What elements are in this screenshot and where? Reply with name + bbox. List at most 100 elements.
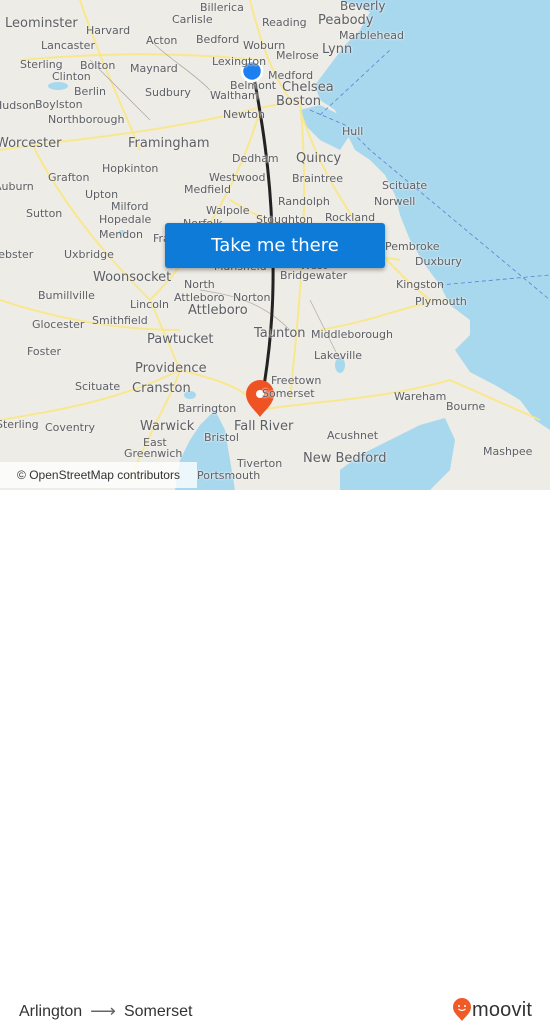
place-label: Auburn [0,180,34,193]
place-label: Quincy [296,151,342,166]
place-label: Lynn [322,42,353,57]
place-label: Greenwich [124,447,183,460]
place-label: Wareham [394,390,447,403]
place-label: Peabody [318,13,374,28]
place-label: Upton [85,188,119,201]
take-me-there-label: Take me there [211,235,339,256]
map[interactable]: Billerica Reading Beverly Leominster Harvard… [0,0,550,490]
place-label: Bumillville [38,289,95,302]
place-label: Pembroke [385,240,440,253]
place-label: Kingston [396,278,444,291]
place-label: Foster [27,345,61,358]
place-label: Bridgewater [280,269,348,282]
place-label: Acushnet [327,429,379,442]
place-label: Sudbury [145,86,191,99]
place-label: Attleboro [188,303,248,318]
place-label: Lexington [212,55,267,68]
place-label: Beverly [340,0,386,13]
place-label: Framingham [128,136,210,151]
place-label: Sterling [20,58,63,71]
place-label: Hopkinton [102,162,159,175]
place-label: Melrose [276,49,319,62]
place-label: Acton [146,34,178,47]
place-label: Hudson [0,99,36,112]
place-label: Providence [135,361,207,376]
place-label: Marblehead [339,29,405,42]
place-label: Middleborough [311,328,393,341]
place-label: Freetown [271,374,322,387]
place-label: Westwood [209,171,266,184]
place-label: Cranston [132,381,191,396]
place-label: Boylston [35,98,83,111]
place-label: Mashpee [483,445,533,458]
moovit-wordmark: moovit [472,998,533,1021]
place-label: Uxbridge [64,248,114,261]
place-label: Duxbury [415,255,462,268]
place-label: Berlin [74,85,106,98]
place-label: Waltham [210,89,259,102]
place-label: Pawtucket [147,332,214,347]
place-label: Milford [111,200,149,213]
place-label: Attleboro [174,291,225,304]
place-label: Grafton [48,171,90,184]
place-label: Sterling [0,418,39,431]
place-label: Reading [262,16,307,29]
arrow-right-icon: ⟶ [90,1001,116,1021]
place-label: Newton [223,108,266,121]
place-label: Chelsea [282,80,334,95]
place-label: Boston [276,94,321,109]
place-label: Carlisle [172,13,213,26]
place-label: Norton [233,291,271,304]
map-attribution[interactable]: © OpenStreetMap contributors [0,462,197,488]
place-label: Mendon [99,228,143,241]
place-label: Hull [342,125,364,138]
place-label: Rockland [325,211,376,224]
place-label: Coventry [45,421,96,434]
moovit-logo[interactable]: moovit [452,998,532,1022]
place-label: Hopedale [99,213,152,226]
place-label: Bourne [446,400,486,413]
place-label: Billerica [200,1,244,14]
place-label: Portsmouth [197,469,261,482]
place-label: Northborough [48,113,125,126]
place-label: Braintree [292,172,343,185]
place-label: Lakeville [314,349,363,362]
moovit-pin-icon [453,998,471,1021]
place-label: Lincoln [130,298,169,311]
place-label: Tiverton [237,457,283,470]
place-label: Smithfield [92,314,148,327]
destination-name: Somerset [123,1002,193,1020]
place-label: Scituate [75,380,121,393]
take-me-there-button[interactable]: Take me there [165,223,385,268]
place-label: Warwick [140,419,195,434]
place-label: Barrington [178,402,237,415]
place-label: Dedham [232,152,279,165]
place-label: Randolph [278,195,330,208]
place-label: Taunton [254,326,306,341]
place-label: Norwell [374,195,416,208]
place-label: Lancaster [41,39,95,52]
place-label: Woonsocket [93,270,172,285]
place-label: Medfield [184,183,231,196]
place-label: Plymouth [415,295,467,308]
place-label: Somerset [262,387,315,400]
attribution-text: © OpenStreetMap contributors [17,468,180,482]
place-label: Harvard [86,24,131,37]
footer: Arlington ⟶ Somerset moovit [0,490,550,1021]
place-label: Bedford [196,33,240,46]
origin-name: Arlington [19,1002,83,1020]
place-label: Scituate [382,179,428,192]
place-label: North [184,278,215,291]
place-label: Bristol [204,431,239,444]
place-label: New Bedford [303,451,387,466]
place-label: Sutton [26,207,63,220]
place-label: Fall River [234,419,294,434]
route-summary: Arlington ⟶ Somerset [19,1001,192,1022]
place-label: Worcester [0,136,62,151]
place-label: Walpole [206,204,250,217]
place-label: Clinton [52,70,91,83]
place-label: Maynard [130,62,178,75]
place-label: Webster [0,248,34,261]
place-label: Leominster [5,16,78,31]
place-label: Glocester [32,318,85,331]
